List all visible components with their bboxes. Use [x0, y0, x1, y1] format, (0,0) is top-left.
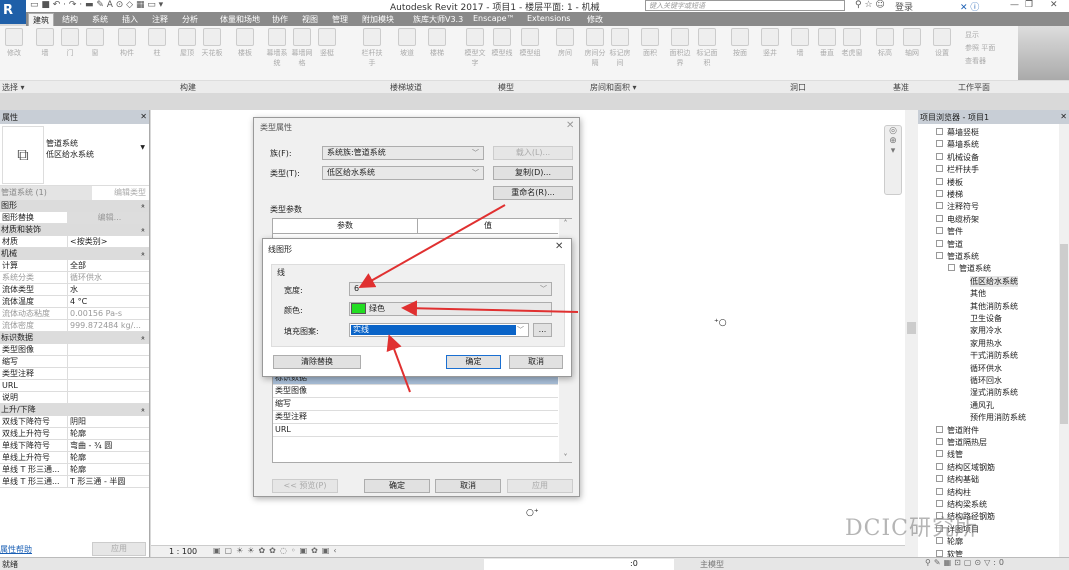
- arrow-to-color: [401, 300, 579, 317]
- arrow-to-pattern: [386, 334, 411, 393]
- watermark: DCIC研究所: [845, 516, 978, 541]
- annotation-arrows: [358, 204, 579, 393]
- arrow-to-width: [358, 204, 506, 288]
